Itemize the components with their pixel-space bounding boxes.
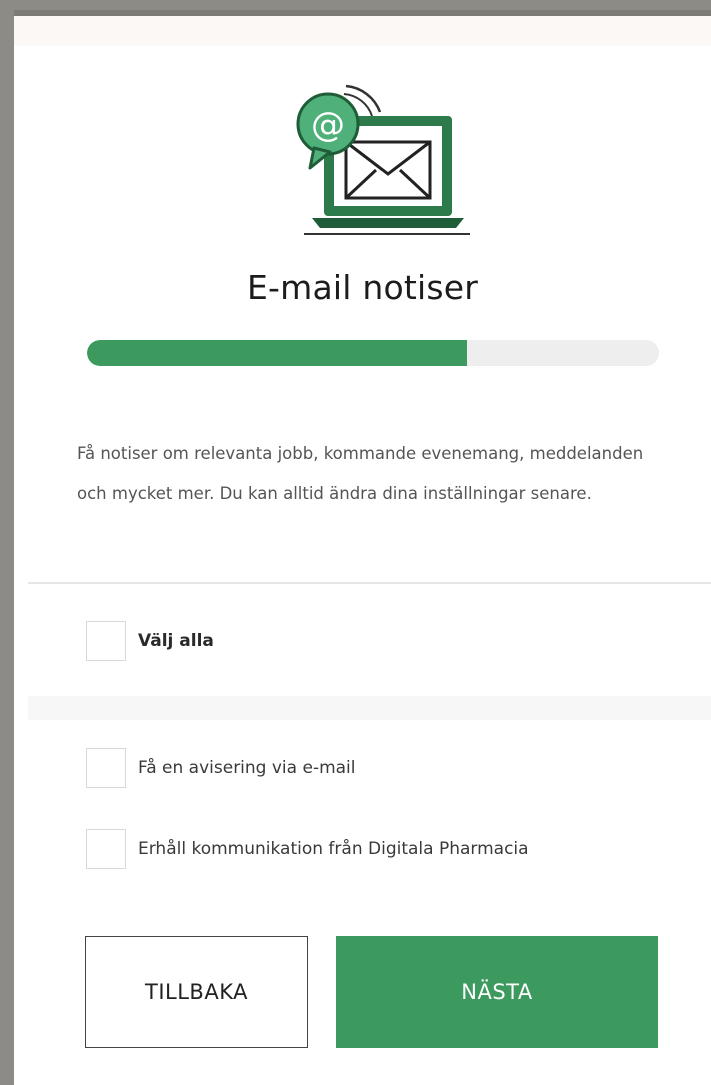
- communication-checkbox[interactable]: [86, 829, 126, 869]
- email-notification-label: Få en avisering via e-mail: [138, 758, 356, 778]
- email-notifications-card: @ E-mail notiser Få notiser om relevanta…: [14, 10, 711, 1085]
- laptop-email-icon: @: [296, 84, 470, 235]
- communication-label: Erhåll kommunikation från Digitala Pharm…: [138, 839, 529, 859]
- at-sign-icon: @: [311, 105, 345, 145]
- section-separator: [28, 696, 711, 720]
- option-row-email[interactable]: Få en avisering via e-mail: [86, 746, 356, 790]
- laptop-base: [312, 218, 464, 228]
- select-all-checkbox[interactable]: [86, 621, 126, 661]
- description-text: Få notiser om relevanta jobb, kommande e…: [77, 444, 644, 503]
- select-all-row[interactable]: Välj alla: [86, 619, 214, 663]
- page-title: E-mail notiser: [246, 268, 479, 307]
- next-button[interactable]: NÄSTA: [336, 936, 658, 1048]
- progress-bar: [87, 340, 659, 366]
- divider: [28, 582, 711, 584]
- email-notification-checkbox[interactable]: [86, 748, 126, 788]
- card-top-strip: [14, 16, 711, 46]
- option-row-communication[interactable]: Erhåll kommunikation från Digitala Pharm…: [86, 827, 529, 871]
- select-all-label: Välj alla: [138, 631, 214, 651]
- back-button[interactable]: TILLBAKA: [85, 936, 308, 1048]
- progress-fill: [87, 340, 468, 366]
